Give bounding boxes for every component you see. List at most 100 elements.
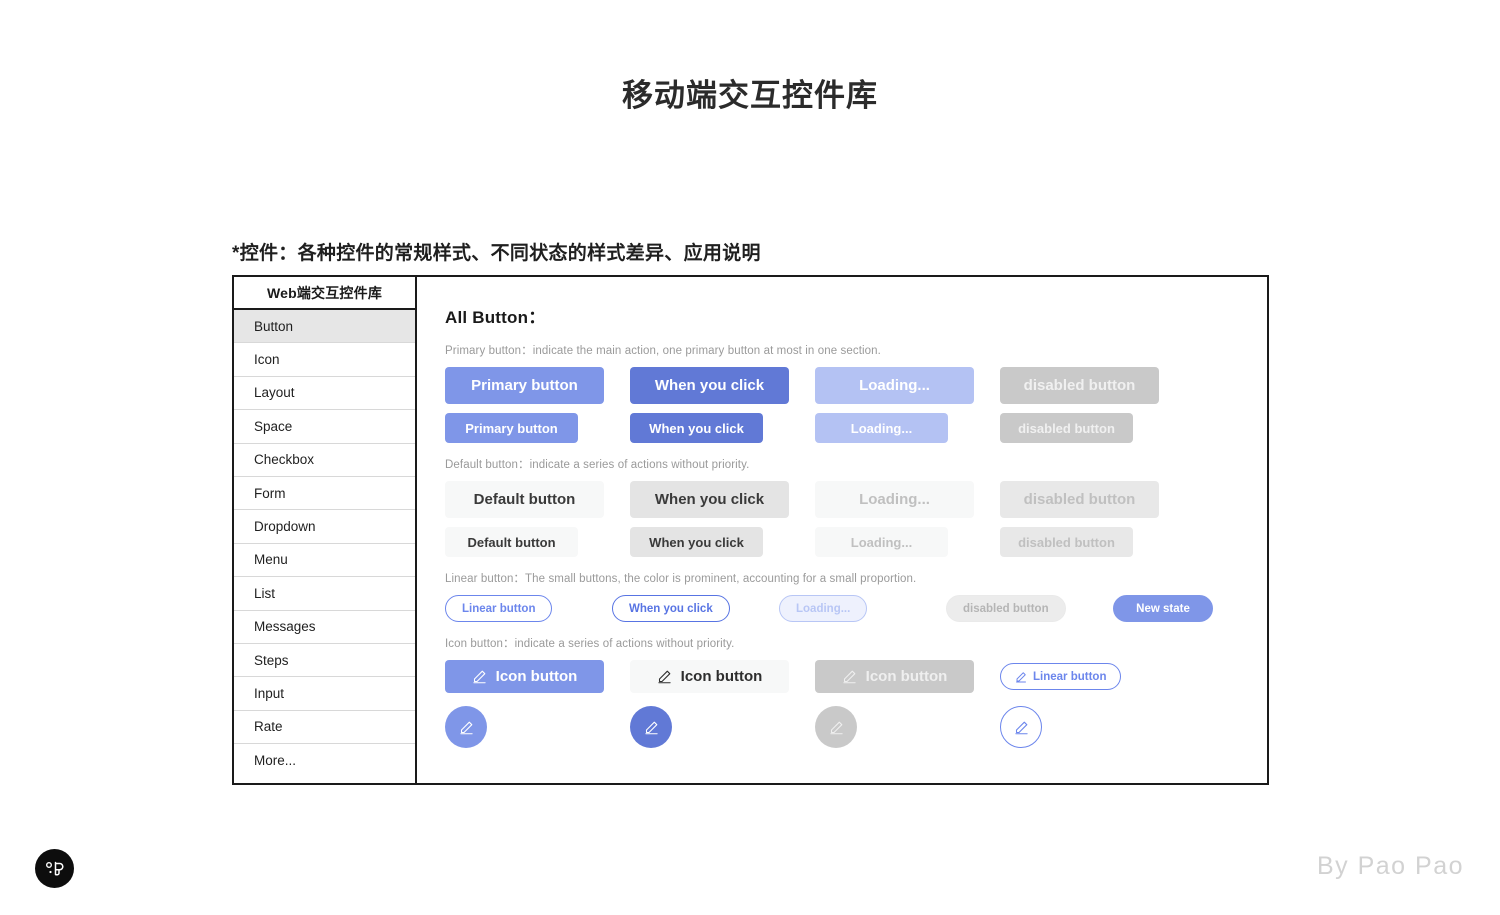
sidebar-item-label: Rate — [254, 719, 283, 735]
slot: Default button — [445, 527, 630, 557]
default-button-small-loading[interactable]: Loading... — [815, 527, 948, 557]
slot: When you click — [630, 413, 815, 443]
pencil-icon — [829, 720, 844, 735]
icon-button-label: Icon button — [865, 668, 948, 685]
icon-button-label: Icon button — [495, 668, 578, 685]
sidebar-item-label: Layout — [254, 385, 295, 401]
sidebar-item-label: Messages — [254, 619, 316, 635]
primary-button-pressed[interactable]: When you click — [630, 367, 789, 404]
primary-button-small-disabled: disabled button — [1000, 413, 1133, 443]
sidebar-item-form[interactable]: Form — [234, 476, 415, 511]
sidebar-item-list[interactable]: List — [234, 577, 415, 611]
page-subtitle: *控件：各种控件的常规样式、不同状态的样式差异、应用说明 — [232, 243, 761, 264]
sidebar-title: Web端交互控件库 — [234, 277, 415, 310]
slot: Icon button — [445, 660, 630, 693]
slot: Loading... — [815, 527, 1000, 557]
linear-button-pressed[interactable]: When you click — [612, 595, 730, 622]
page-title: 移动端交互控件库 — [622, 78, 878, 113]
primary-small-row: Primary button When you click Loading...… — [445, 413, 1267, 443]
circle-icon-button-outline[interactable] — [1000, 706, 1042, 748]
primary-button[interactable]: Primary button — [445, 367, 604, 404]
sidebar-item-dropdown[interactable]: Dropdown — [234, 510, 415, 544]
signature: By Pao Pao — [1316, 852, 1464, 880]
slot: Icon button — [815, 660, 1000, 693]
default-large-row: Default button When you click Loading...… — [445, 481, 1267, 518]
pencil-icon — [459, 720, 474, 735]
default-button-small-disabled: disabled button — [1000, 527, 1133, 557]
primary-button-small[interactable]: Primary button — [445, 413, 578, 443]
slot: When you click — [612, 595, 779, 622]
sidebar-item-label: Checkbox — [254, 452, 315, 468]
slot — [445, 706, 630, 748]
slot: disabled button — [1000, 527, 1185, 557]
sidebar-item-label: Space — [254, 418, 293, 434]
default-button[interactable]: Default button — [445, 481, 604, 518]
slot: Default button — [445, 481, 630, 518]
sidebar-item-rate[interactable]: Rate — [234, 710, 415, 745]
sidebar-item-label: Form — [254, 485, 286, 501]
slot: When you click — [630, 481, 815, 518]
default-button-small-pressed[interactable]: When you click — [630, 527, 763, 557]
default-button-loading[interactable]: Loading... — [815, 481, 974, 518]
sidebar-item-layout[interactable]: Layout — [234, 376, 415, 411]
slot: When you click — [630, 367, 815, 404]
sidebar-item-checkbox[interactable]: Checkbox — [234, 443, 415, 477]
slot: disabled button — [1000, 413, 1185, 443]
slot: Linear button — [445, 595, 612, 622]
icon-linear-button-label: Linear button — [1033, 670, 1107, 683]
primary-button-small-loading[interactable]: Loading... — [815, 413, 948, 443]
sidebar-item-input[interactable]: Input — [234, 677, 415, 711]
sidebar-item-label: Menu — [254, 552, 288, 568]
pencil-icon — [472, 669, 487, 684]
slot: Loading... — [815, 481, 1000, 518]
pencil-icon — [1015, 671, 1027, 683]
default-button-small[interactable]: Default button — [445, 527, 578, 557]
linear-button[interactable]: Linear button — [445, 595, 553, 622]
default-button-pressed[interactable]: When you click — [630, 481, 789, 518]
circle-button-row — [445, 706, 1267, 748]
linear-button-row: Linear button When you click Loading... … — [445, 595, 1267, 622]
sidebar-item-steps[interactable]: Steps — [234, 643, 415, 678]
slot — [815, 706, 1000, 748]
slot: Loading... — [815, 367, 1000, 404]
default-button-disabled: disabled button — [1000, 481, 1159, 518]
icon-button-default[interactable]: Icon button — [630, 660, 789, 693]
slot: Icon button — [630, 660, 815, 693]
primary-button-description: Primary button：indicate the main action,… — [445, 345, 881, 357]
linear-button-loading[interactable]: Loading... — [779, 595, 868, 622]
circle-icon-button[interactable] — [445, 706, 487, 748]
sidebar-item-more[interactable]: More... — [234, 744, 415, 778]
circle-icon-button-disabled — [815, 706, 857, 748]
icon-button-label: Icon button — [680, 668, 763, 685]
linear-button-description: Linear button：The small buttons, the col… — [445, 573, 917, 585]
slot: Primary button — [445, 367, 630, 404]
pencil-icon — [644, 720, 659, 735]
icon-button[interactable]: Icon button — [445, 660, 604, 693]
linear-button-disabled: disabled button — [946, 595, 1066, 622]
primary-button-loading[interactable]: Loading... — [815, 367, 974, 404]
default-small-row: Default button When you click Loading...… — [445, 527, 1267, 557]
sidebar-item-label: Dropdown — [254, 519, 316, 535]
icon-button-description: Icon button：indicate a series of actions… — [445, 638, 735, 650]
content-panel: All Button： Primary button：indicate the … — [417, 277, 1267, 783]
sidebar-item-icon[interactable]: Icon — [234, 343, 415, 377]
sidebar-item-label: List — [254, 585, 276, 601]
new-state-button[interactable]: New state — [1113, 595, 1213, 622]
sidebar-item-menu[interactable]: Menu — [234, 543, 415, 578]
icon-button-disabled: Icon button — [815, 660, 974, 693]
sidebar-item-messages[interactable]: Messages — [234, 610, 415, 644]
slot: disabled button — [946, 595, 1113, 622]
slot: disabled button — [1000, 481, 1185, 518]
slot — [630, 706, 815, 748]
sidebar-item-button[interactable]: Button — [234, 310, 415, 344]
icon-linear-button[interactable]: Linear button — [1000, 663, 1122, 690]
sidebar-item-label: Icon — [254, 352, 280, 368]
sidebar: Web端交互控件库 Button Icon Layout Space Check… — [234, 277, 417, 783]
slot — [1000, 706, 1185, 748]
primary-button-small-pressed[interactable]: When you click — [630, 413, 763, 443]
circle-icon-button-pressed[interactable] — [630, 706, 672, 748]
sidebar-item-space[interactable]: Space — [234, 410, 415, 444]
widget-library-frame: Web端交互控件库 Button Icon Layout Space Check… — [232, 275, 1269, 785]
brand-logo-icon — [35, 849, 74, 888]
pencil-icon — [842, 669, 857, 684]
